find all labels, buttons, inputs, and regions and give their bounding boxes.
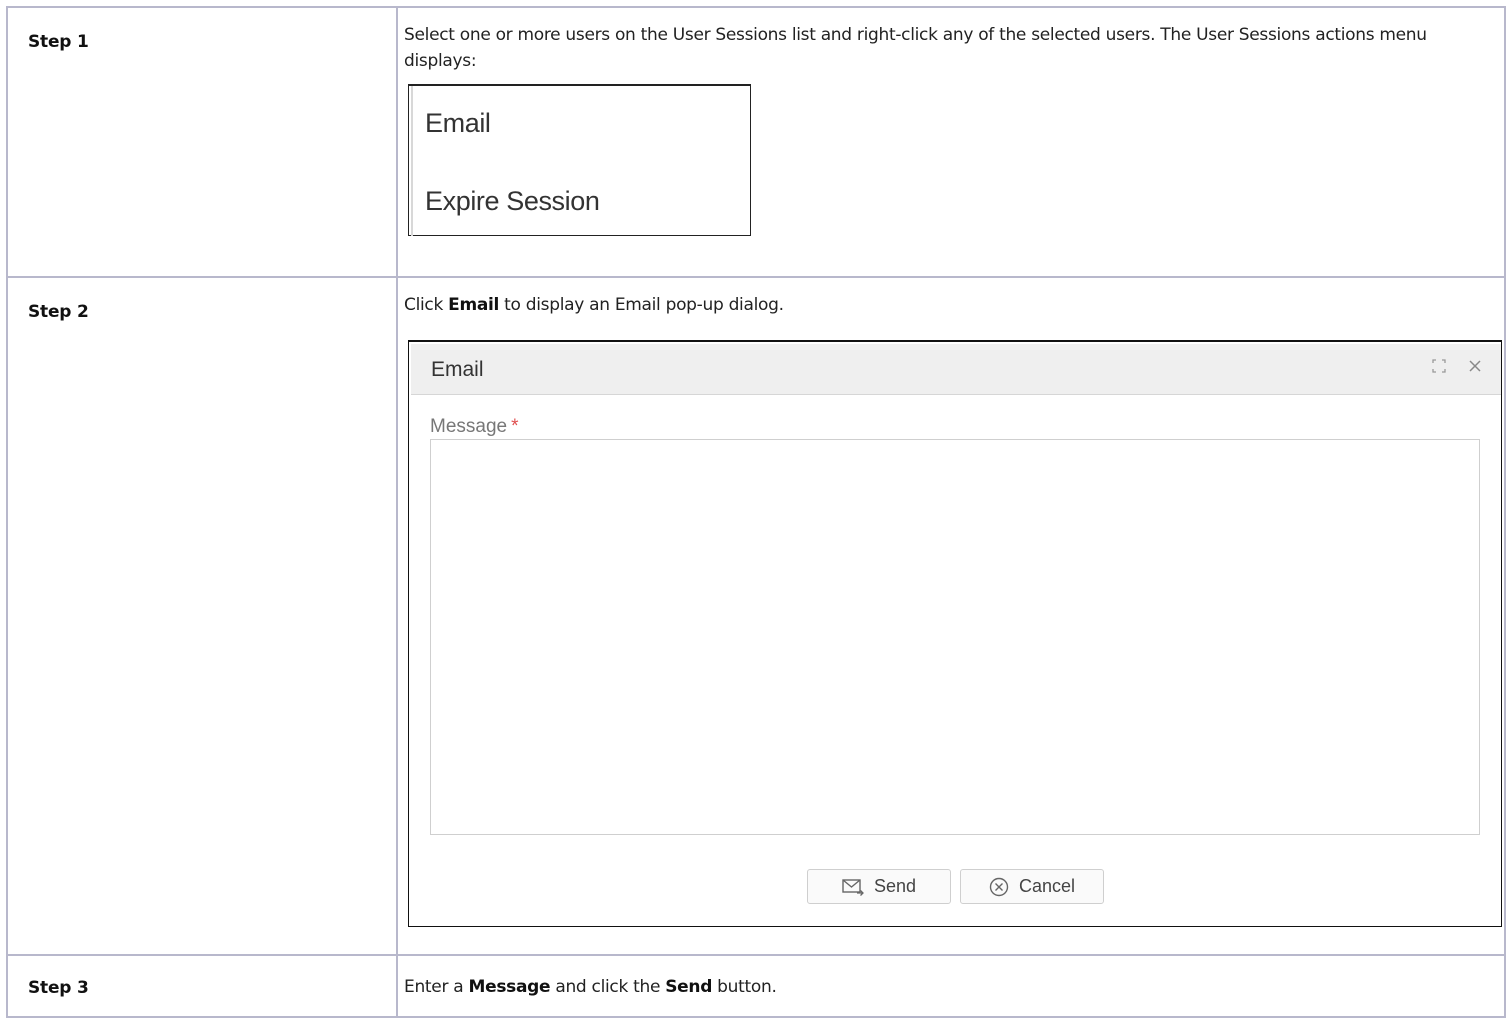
email-dialog-screenshot: Email Message * Send Cancel [408,340,1502,927]
bold-term: Email [448,295,500,315]
step-label-cell: Step 3 [6,954,398,1018]
step-description-cell: Select one or more users on the User Ses… [396,6,1506,278]
menu-item-expire-session[interactable]: Expire Session [425,186,600,217]
close-icon[interactable] [1465,358,1485,378]
step-label: Step 3 [28,978,89,998]
step-row-2: Step 2 Click Email to display an Email p… [6,276,1506,956]
text-fragment: Enter a [404,977,469,997]
cancel-button-label: Cancel [1018,876,1076,896]
dialog-header: Email [411,344,1501,395]
dialog-title: Email [431,358,484,381]
step-description: Enter a Message and click the Send butto… [398,956,1504,1000]
step-description-cell: Click Email to display an Email pop-up d… [396,276,1506,956]
text-fragment: to display an Email pop-up dialog. [499,295,784,315]
menu-edge [411,86,413,236]
actions-menu-screenshot: Email Expire Session [408,84,751,236]
step-description: Click Email to display an Email pop-up d… [398,278,1504,318]
maximize-icon[interactable] [1429,358,1449,378]
send-mail-icon [842,878,864,896]
bold-term: Message [468,977,551,997]
text-fragment: Click [404,295,449,315]
cancel-circle-icon [989,877,1009,897]
step-label: Step 2 [28,302,89,322]
step-description-cell: Enter a Message and click the Send butto… [396,954,1506,1018]
text-fragment: and click the [550,977,666,997]
send-button-label: Send [873,876,917,896]
steps-table: Step 1 Select one or more users on the U… [6,6,1506,1018]
required-asterisk: * [511,416,519,437]
step-label-cell: Step 2 [6,276,398,956]
step-row-3: Step 3 Enter a Message and click the Sen… [6,954,1506,1018]
send-button[interactable]: Send [807,869,951,904]
message-textarea[interactable] [430,439,1480,835]
message-label-text: Message [430,416,508,437]
step-row-1: Step 1 Select one or more users on the U… [6,6,1506,278]
text-fragment: button. [712,977,777,997]
step-description: Select one or more users on the User Ses… [404,25,1427,71]
cancel-button[interactable]: Cancel [960,869,1104,904]
menu-item-email[interactable]: Email [425,108,491,139]
step-label: Step 1 [28,32,89,52]
message-label: Message * [430,416,519,438]
bold-term: Send [665,977,713,997]
step-label-cell: Step 1 [6,6,398,278]
